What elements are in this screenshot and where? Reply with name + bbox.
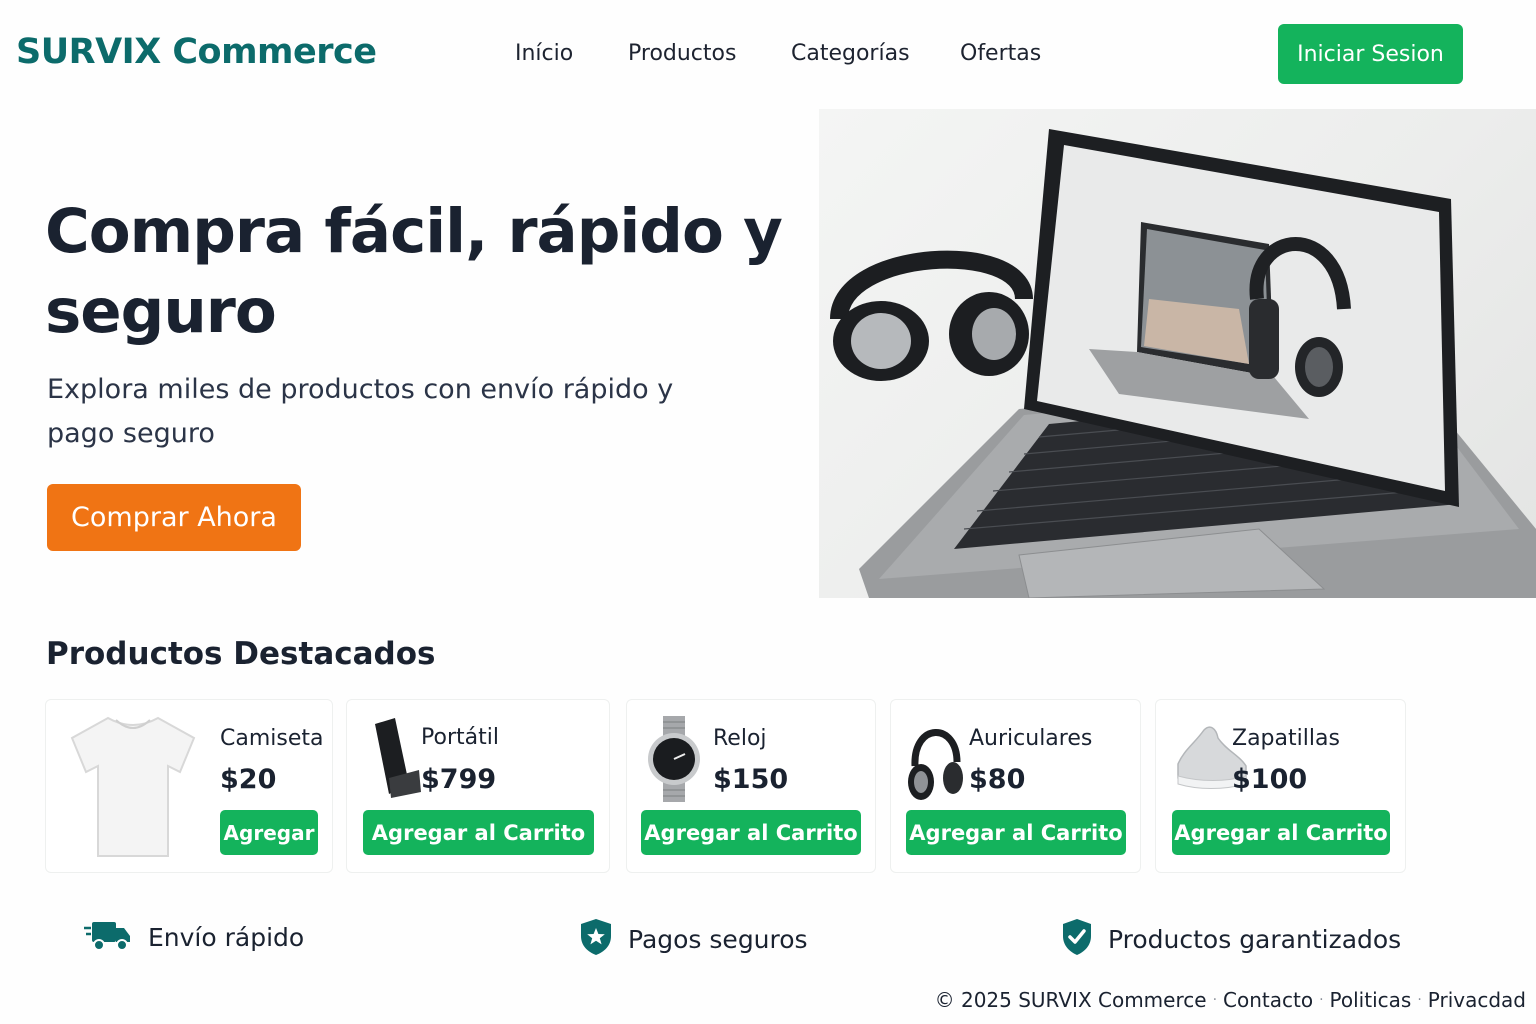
product-card: Camiseta $20 Agregar: [45, 699, 333, 873]
nav-inicio[interactable]: Início: [515, 41, 573, 66]
product-card: Reloj $150 Agregar al Carrito: [626, 699, 876, 873]
truck-icon: [84, 918, 132, 956]
footer-separator: ·: [1417, 992, 1422, 1008]
shop-now-button[interactable]: Comprar Ahora: [47, 484, 301, 551]
feature-fast-shipping: Envío rápido: [84, 918, 304, 956]
headphones-icon: [907, 716, 963, 806]
product-name: Reloj: [713, 726, 767, 751]
product-price: $799: [421, 764, 497, 795]
product-name: Zapatillas: [1232, 726, 1340, 751]
add-to-cart-button[interactable]: Agregar al Carrito: [641, 810, 861, 855]
watch-icon: [647, 716, 701, 806]
laptop-icon: [373, 718, 423, 802]
featured-title: Productos Destacados: [46, 636, 436, 672]
shield-check-icon: [1062, 918, 1092, 960]
add-to-cart-button[interactable]: Agregar al Carrito: [363, 810, 594, 855]
add-to-cart-button[interactable]: Agregar al Carrito: [906, 810, 1126, 855]
product-name: Portátil: [421, 725, 499, 750]
hero-title: Compra fácil, rápido y seguro: [45, 196, 783, 347]
product-card: Zapatillas $100 Agregar al Carrito: [1155, 699, 1406, 873]
product-price: $80: [969, 764, 1026, 795]
product-card: Portátil $799 Agregar al Carrito: [346, 699, 610, 873]
footer: © 2025 SURVIX Commerce · Contacto · Poli…: [935, 988, 1526, 1012]
add-to-cart-button[interactable]: Agregar al Carrito: [1172, 810, 1390, 855]
nav-categorias[interactable]: Categorías: [791, 41, 910, 66]
product-price: $150: [713, 764, 789, 795]
tshirt-icon: [68, 710, 198, 864]
product-name: Auriculares: [969, 726, 1093, 751]
feature-secure-payments: Pagos seguros: [580, 918, 808, 960]
product-name: Camiseta: [220, 726, 324, 751]
hero-subtitle: Explora miles de productos con envío ráp…: [47, 374, 674, 449]
feature-label: Productos garantizados: [1108, 924, 1402, 954]
login-button[interactable]: Iniciar Sesion: [1278, 24, 1463, 84]
feature-label: Pagos seguros: [628, 924, 808, 954]
product-card: Auriculares $80 Agregar al Carrito: [890, 699, 1141, 873]
footer-link-privacy[interactable]: Privacdad: [1428, 988, 1526, 1012]
footer-copyright: © 2025 SURVIX Commerce: [934, 988, 1207, 1012]
nav-ofertas[interactable]: Ofertas: [960, 41, 1041, 66]
add-to-cart-button[interactable]: Agregar: [220, 810, 318, 855]
hero-image: [819, 109, 1536, 598]
footer-separator: ·: [1212, 992, 1218, 1008]
shield-star-icon: [580, 918, 612, 960]
feature-label: Envío rápido: [148, 922, 305, 952]
product-price: $100: [1232, 764, 1308, 795]
brand-logo[interactable]: SURVIX Commerce: [16, 32, 377, 72]
product-price: $20: [220, 764, 277, 795]
nav-productos[interactable]: Productos: [628, 41, 736, 66]
footer-link-contact[interactable]: Contacto: [1223, 988, 1313, 1012]
footer-link-policies[interactable]: Politicas: [1330, 988, 1412, 1012]
feature-guaranteed-products: Productos garantizados: [1062, 918, 1401, 960]
footer-separator: ·: [1319, 992, 1324, 1008]
